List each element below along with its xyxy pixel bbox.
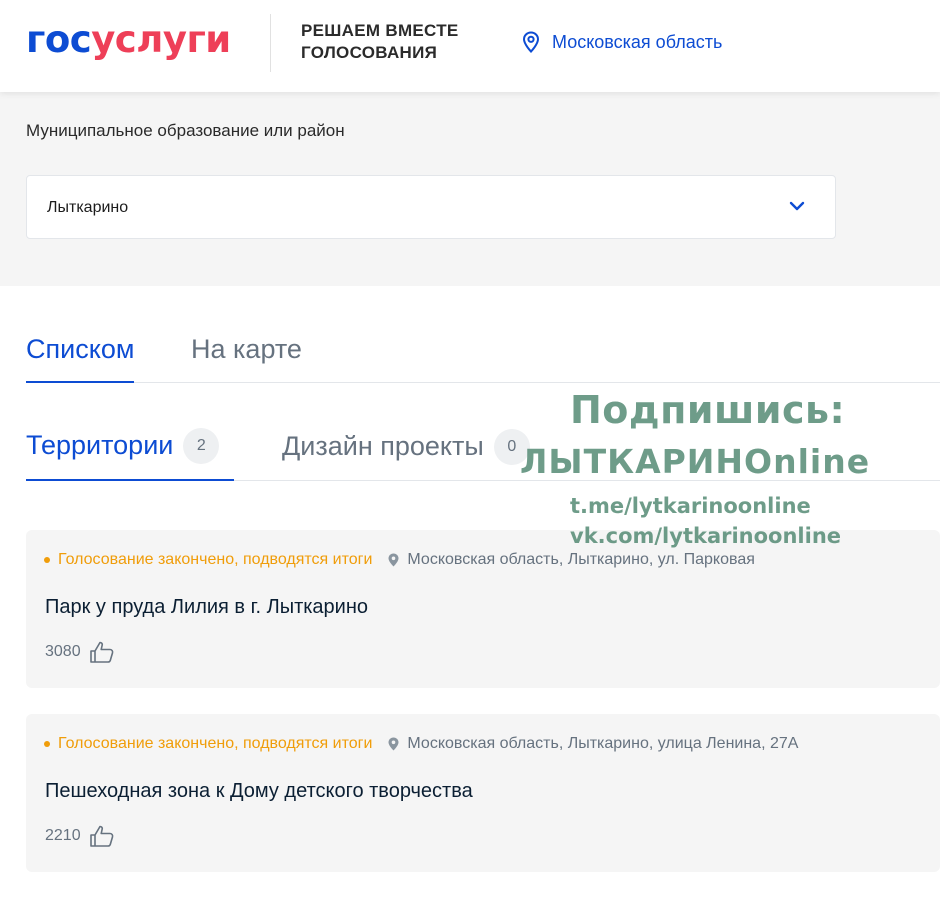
project-address: Московская область, Лыткарино, ул. Парко…: [407, 551, 755, 568]
location-pin-icon: [388, 553, 399, 567]
tab-territories[interactable]: Территории 2: [26, 427, 234, 481]
status-text: Голосование закончено, подводятся итоги: [58, 551, 373, 568]
category-tabs: Территории 2 Дизайн проекты 0: [26, 424, 940, 481]
project-meta: Голосование закончено, подводятся итоги …: [44, 735, 798, 753]
region-label: Московская область: [552, 31, 723, 52]
vote-count: 2210: [45, 827, 81, 844]
district-select[interactable]: Лыткарино: [26, 175, 836, 239]
tagline-line-2: ГОЛОСОВАНИЯ: [301, 43, 438, 62]
chevron-down-icon: [789, 201, 805, 211]
location-pin-icon: [522, 31, 540, 53]
project-address: Московская область, Лыткарино, улица Лен…: [407, 735, 799, 752]
count-badge: 2: [183, 427, 220, 464]
project-title[interactable]: Парк у пруда Лилия в г. Лыткарино: [45, 596, 368, 619]
tagline-line-1: РЕШАЕМ ВМЕСТЕ: [301, 21, 459, 40]
header-divider: [270, 14, 271, 72]
project-meta: Голосование закончено, подводятся итоги …: [44, 551, 755, 569]
status-dot: [44, 741, 50, 747]
vote-count: 3080: [45, 643, 81, 660]
location-pin-icon: [388, 737, 399, 751]
status-text: Голосование закончено, подводятся итоги: [58, 735, 373, 752]
status-dot: [44, 557, 50, 563]
tab-territories-label: Территории: [26, 430, 174, 460]
thumbs-up-icon[interactable]: [89, 640, 115, 664]
vote-counter: 3080: [45, 640, 115, 664]
district-select-value: Лыткарино: [47, 199, 129, 216]
site-header: госуслуги РЕШАЕМ ВМЕСТЕ ГОЛОСОВАНИЯ Моск…: [0, 0, 940, 92]
project-card[interactable]: Голосование закончено, подводятся итоги …: [26, 530, 940, 688]
project-card[interactable]: Голосование закончено, подводятся итоги …: [26, 714, 940, 872]
section-tagline[interactable]: РЕШАЕМ ВМЕСТЕ ГОЛОСОВАНИЯ: [301, 20, 501, 64]
tab-list-view[interactable]: Списком: [26, 334, 135, 383]
thumbs-up-icon[interactable]: [89, 824, 115, 848]
logo-part-blue: гос: [26, 18, 92, 61]
count-badge: 0: [493, 428, 530, 465]
project-title[interactable]: Пешеходная зона к Дому детского творчест…: [45, 780, 473, 803]
region-selector[interactable]: Московская область: [522, 31, 722, 53]
logo-part-red: услуги: [91, 18, 231, 61]
vote-counter: 2210: [45, 824, 115, 848]
tab-map-view[interactable]: На карте: [191, 334, 302, 365]
filter-panel: Муниципальное образование или район Лытк…: [0, 92, 940, 286]
watermark-telegram-link: t.me/lytkarinoonline: [570, 494, 811, 518]
tab-design-projects-label: Дизайн проекты: [282, 431, 484, 461]
district-label: Муниципальное образование или район: [26, 121, 345, 140]
gosuslugi-logo[interactable]: госуслуги: [26, 18, 231, 62]
tab-design-projects[interactable]: Дизайн проекты 0: [282, 428, 530, 481]
view-tabs: Списком На карте: [26, 334, 940, 383]
